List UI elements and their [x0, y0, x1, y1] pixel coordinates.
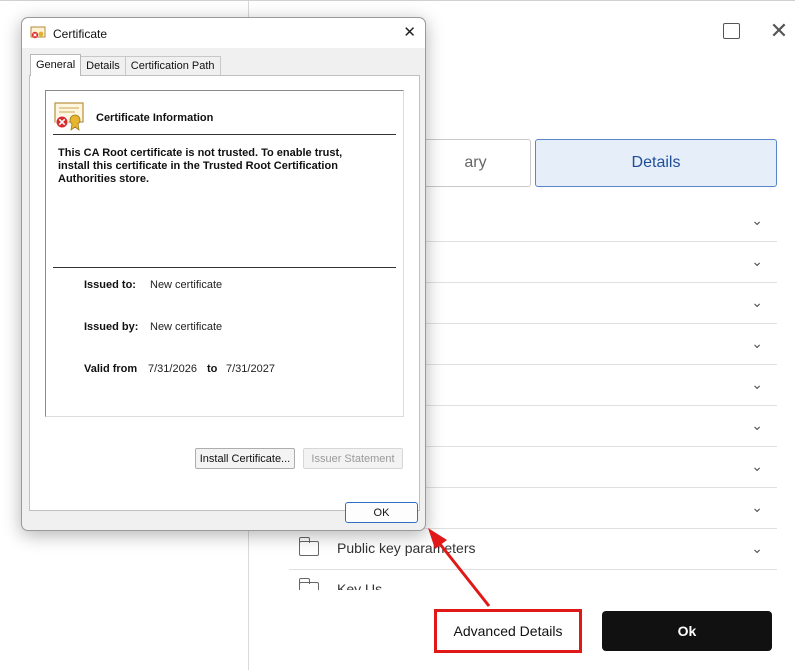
tab-details-dialog[interactable]: Details	[80, 56, 126, 76]
certificate-icon	[30, 26, 46, 39]
dialog-title-bar: Certificate ✕	[22, 18, 425, 48]
chevron-down-icon[interactable]: ⌄	[751, 500, 763, 516]
issued-by-label: Issued by:	[84, 321, 139, 333]
chevron-down-icon[interactable]: ⌄	[751, 254, 763, 270]
close-icon[interactable]: ✕	[767, 19, 791, 44]
dialog-close-icon[interactable]: ✕	[403, 23, 416, 41]
certificate-info-heading: Certificate Information	[96, 112, 214, 124]
trust-warning-line: Authorities store.	[58, 173, 150, 185]
untrusted-certificate-icon	[54, 102, 84, 131]
trust-warning-line: This CA Root certificate is not trusted.…	[58, 147, 343, 159]
advanced-details-button[interactable]: Advanced Details	[434, 609, 582, 653]
issued-to-value: New certificate	[150, 279, 223, 291]
chevron-down-icon[interactable]: ⌄	[751, 295, 763, 311]
issued-to-label: Issued to:	[84, 279, 136, 291]
chevron-down-icon[interactable]: ⌄	[751, 541, 763, 557]
chevron-down-icon[interactable]: ⌄	[751, 459, 763, 475]
dialog-tabs: General Details Certification Path	[30, 54, 221, 76]
valid-from-value: 7/31/2026	[148, 363, 197, 375]
detail-row-public-key-parameters[interactable]: Public key parameters ⌄	[289, 529, 777, 570]
folder-icon	[298, 578, 319, 590]
install-certificate-button[interactable]: Install Certificate...	[195, 448, 295, 469]
trust-warning-text: This CA Root certificate is not trusted.…	[58, 147, 388, 186]
issuer-statement-button[interactable]: Issuer Statement	[303, 448, 403, 469]
tab-general[interactable]: General	[30, 54, 82, 76]
valid-to-label: to	[207, 363, 218, 375]
chevron-down-icon[interactable]: ⌄	[751, 377, 763, 393]
valid-from-label: Valid from	[84, 363, 138, 375]
tab-details-label: Details	[631, 154, 681, 171]
certificate-info-box: Certificate Information This CA Root cer…	[45, 90, 404, 417]
detail-row-label: Public key parameters	[337, 540, 476, 556]
folder-icon	[298, 537, 319, 556]
tab-details[interactable]: Details	[535, 139, 777, 187]
general-panel: Certificate Information This CA Root cer…	[29, 75, 420, 511]
valid-to-value: 7/31/2027	[226, 363, 275, 375]
chevron-down-icon[interactable]: ⌄	[751, 418, 763, 434]
screen: ✕ ary Details ⌄ ⌄ orithm ⌄ ⌄ ⌄ ⌄	[0, 0, 795, 670]
tab-summary-label: ary	[464, 154, 487, 171]
detail-row-key-usage[interactable]: Key Us	[289, 570, 777, 590]
detail-row-label: Key Us	[337, 581, 383, 590]
certificate-dialog: Certificate ✕ General Details Certificat…	[21, 17, 426, 531]
certificate-info-header: Certificate Information	[53, 101, 396, 135]
issued-by-value: New certificate	[150, 321, 223, 333]
tab-certification-path[interactable]: Certification Path	[124, 56, 221, 76]
chevron-down-icon[interactable]: ⌄	[751, 213, 763, 229]
divider	[53, 267, 396, 268]
dialog-title: Certificate	[53, 27, 108, 41]
chevron-down-icon[interactable]: ⌄	[751, 336, 763, 352]
ok-button[interactable]: Ok	[602, 611, 772, 651]
maximize-icon[interactable]	[719, 19, 743, 43]
dialog-ok-button[interactable]: OK	[345, 502, 418, 523]
trust-warning-line: install this certificate in the Trusted …	[58, 160, 338, 172]
